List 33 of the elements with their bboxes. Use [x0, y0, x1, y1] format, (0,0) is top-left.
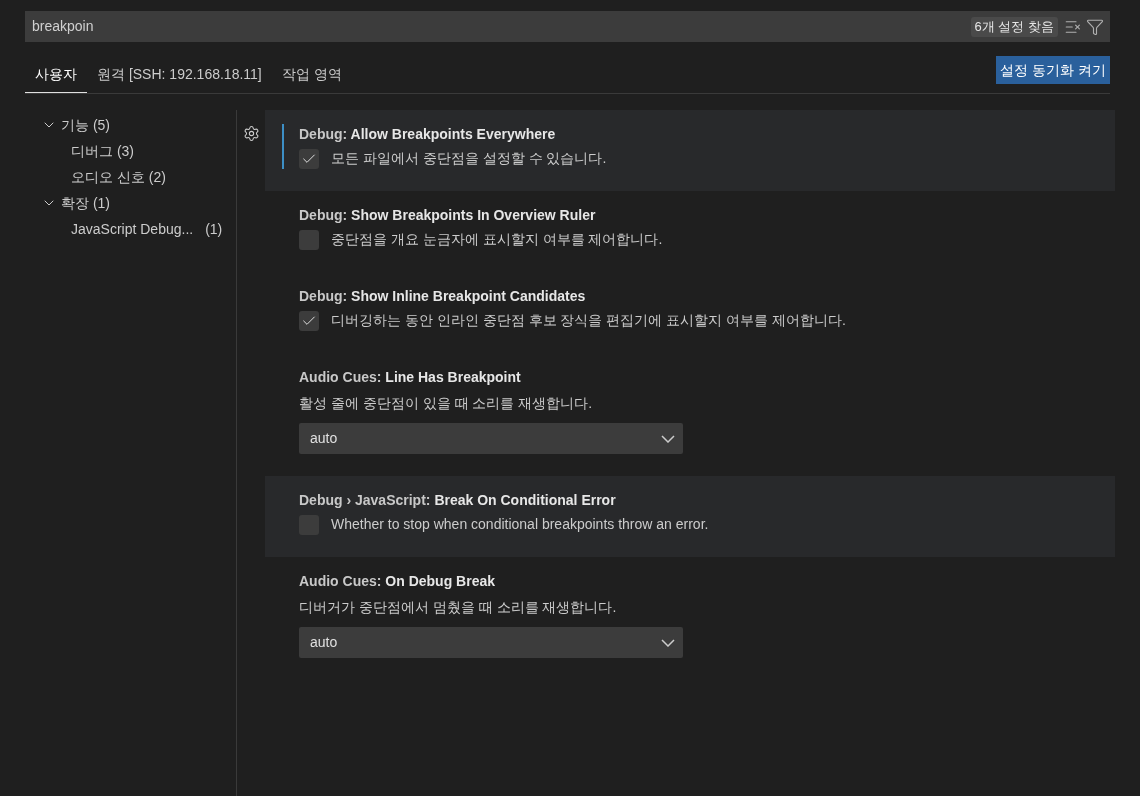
setting-description: 디버거가 중단점에서 멈췄을 때 소리를 재생합니다.: [299, 598, 618, 617]
tab[interactable]: 작업 영역: [271, 56, 352, 93]
checkbox[interactable]: [299, 229, 319, 250]
tree-item[interactable]: JavaScript Debug...: [71, 218, 194, 240]
setting-description: 활성 줄에 중단점이 있을 때 소리를 재생합니다.: [299, 394, 594, 413]
sync-button[interactable]: 설정 동기화 켜기: [996, 56, 1110, 84]
dropdown[interactable]: auto: [299, 627, 683, 658]
tab[interactable]: 원격 [SSH: 192.168.18.11]: [87, 56, 272, 93]
result-count-badge: 6개 설정 찾음: [970, 16, 1058, 37]
setting-title: Audio Cues: On Debug Break: [299, 572, 497, 591]
setting-description: 디버깅하는 동안 인라인 중단점 후보 장식을 편집기에 표시할지 여부를 제어합니다.: [331, 311, 846, 330]
settings-icon[interactable]: [243, 125, 260, 142]
chevron-icon: [661, 638, 675, 647]
chevron-icon: [661, 434, 675, 443]
tab[interactable]: 사용자: [25, 56, 87, 93]
setting-title: Debug: Allow Breakpoints Everywhere: [299, 125, 557, 144]
setting-description: Whether to stop when conditional breakpoints throw an error.: [331, 515, 709, 534]
setting-description: 모든 파일에서 중단점을 설정할 수 있습니다.: [331, 149, 607, 168]
tree-item[interactable]: 기능 (5): [61, 114, 110, 136]
tree-item[interactable]: 디버그 (3): [71, 140, 134, 162]
setting-title: Audio Cues: Line Has Breakpoint: [299, 368, 522, 387]
tree-item-count: (1): [205, 219, 223, 239]
checkbox[interactable]: [299, 310, 319, 331]
checkbox[interactable]: [299, 148, 319, 169]
search-field[interactable]: breakpoin 6개 설정 찾음: [25, 11, 1110, 42]
tree-item[interactable]: 오디오 신호 (2): [71, 166, 166, 188]
setting-description: 중단점을 개요 눈금자에 표시할지 여부를 제어합니다.: [331, 230, 663, 249]
setting-title: Debug: Show Inline Breakpoint Candidates: [299, 287, 587, 306]
tree-item[interactable]: 확장 (1): [61, 192, 110, 214]
setting-title: Debug: Show Breakpoints In Overview Ruler: [299, 206, 597, 225]
setting-title: Debug › JavaScript: Break On Conditional Error: [299, 491, 617, 510]
filter-icon[interactable]: [1086, 17, 1104, 36]
dropdown[interactable]: auto: [299, 423, 683, 454]
